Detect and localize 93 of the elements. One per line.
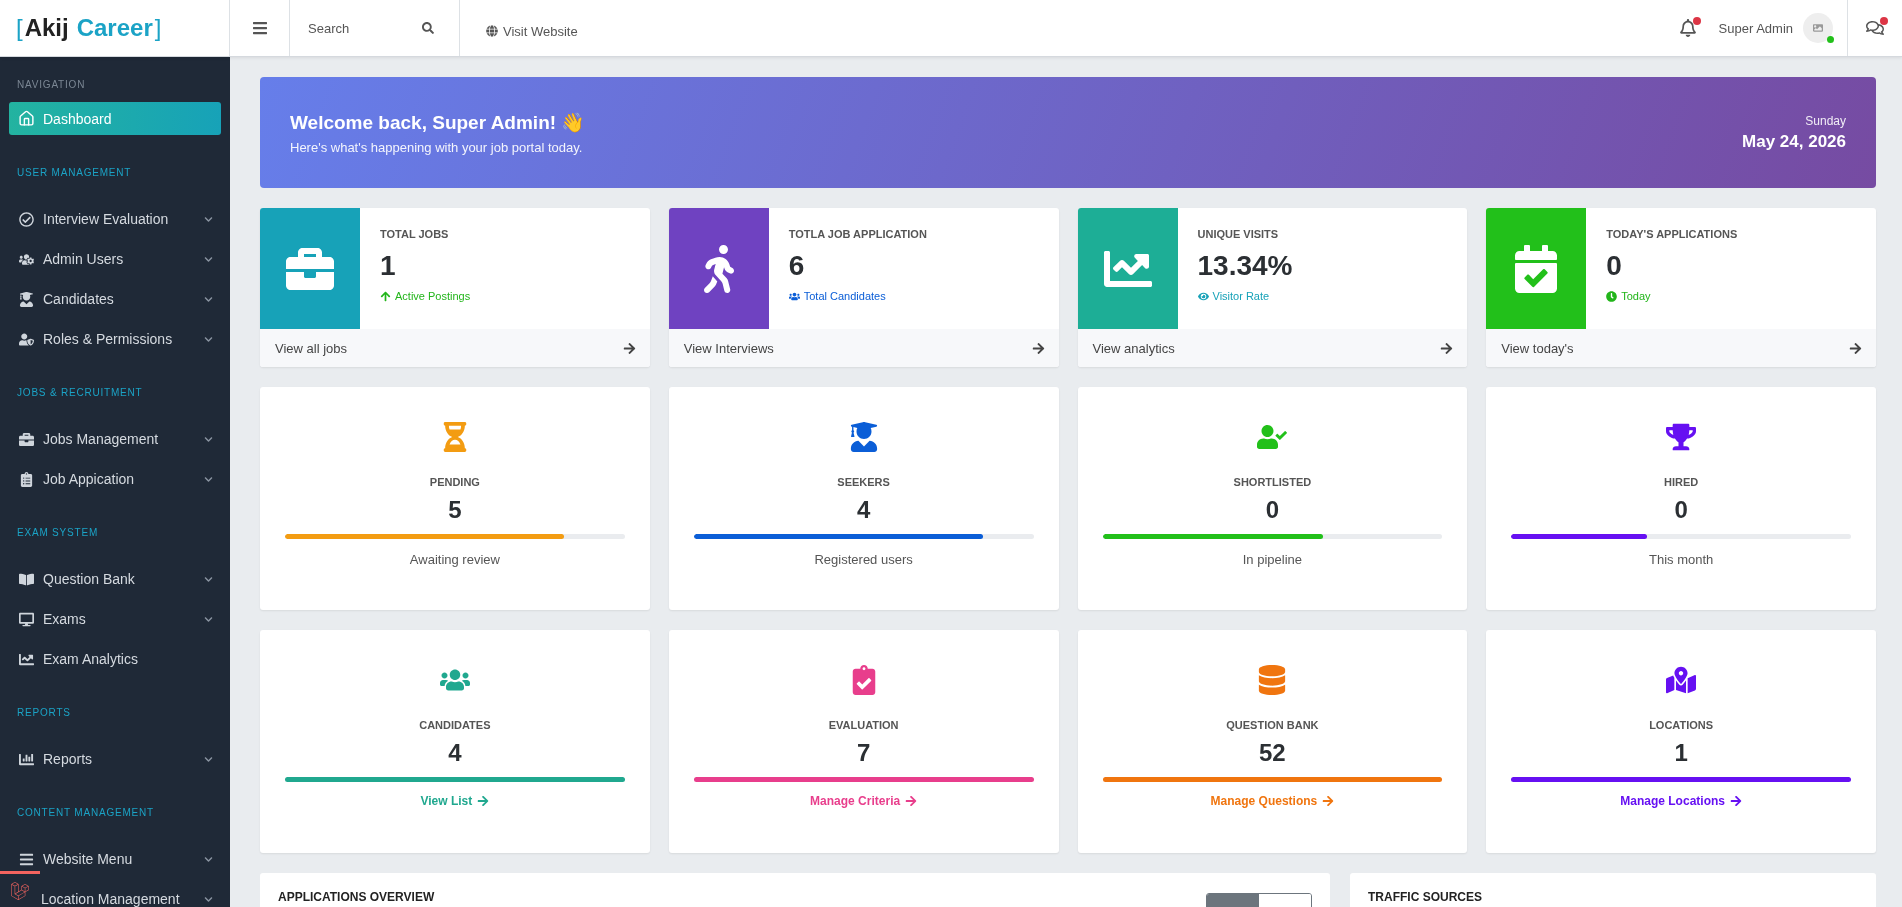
metric-label: PENDING [429, 476, 480, 488]
arrow-icon [1031, 341, 1045, 355]
sidebar-item[interactable]: Roles & Permissions [9, 322, 221, 356]
section-title: NAVIGATION [16, 79, 87, 90]
metric-label: SEEKERS [837, 476, 890, 488]
card-footer-link[interactable]: View all jobs [260, 329, 650, 367]
metric-value: 4 [856, 496, 871, 524]
panel-title: APPLICATIONS OVERVIEW [278, 890, 435, 904]
stat-value: 6 [788, 250, 806, 282]
stat-note: Total Candidates [788, 290, 927, 302]
metric-value: 0 [1265, 496, 1280, 524]
graduate-icon [17, 291, 35, 307]
monitor-icon [17, 611, 35, 627]
metric-label: CANDIDATES [419, 719, 491, 731]
card-footer-link[interactable]: View Interviews [668, 329, 1059, 367]
stat-note: Today [1606, 290, 1738, 302]
sidebar-item[interactable]: Question Bank [9, 562, 221, 596]
stat-label: TOTLA JOB APPLICATION [788, 228, 927, 240]
sidebar-item[interactable]: Exam Analytics [9, 642, 221, 676]
stat-value: 13.34% [1197, 250, 1293, 282]
visit-website-link[interactable]: Visit Website [486, 6, 578, 56]
metric-label: LOCATIONS [1649, 719, 1714, 731]
sidebar-item[interactable]: Reports [9, 742, 221, 776]
users-gear-icon [17, 251, 35, 267]
metric-value: 5 [448, 496, 462, 524]
menu-icon [251, 20, 268, 36]
arrow-icon [1322, 795, 1335, 807]
home-icon [17, 110, 35, 127]
sidebar-item[interactable]: Job Appication [9, 462, 221, 496]
metric-link[interactable]: Manage Criteria [810, 794, 918, 808]
stat-label: TOTAL JOBS [380, 228, 450, 240]
metric-caption: In pipeline [1242, 552, 1302, 567]
avatar[interactable] [1803, 13, 1833, 43]
arrow-icon [1849, 341, 1862, 355]
users-icon [788, 290, 800, 302]
user-name[interactable]: Super Admin [1718, 20, 1793, 36]
welcome-subtitle: Here's what's happening with your job portal today. [290, 139, 584, 155]
panel-title: TRAFFIC SOURCES [1368, 890, 1482, 904]
section-title: USER MANAGEMENT [16, 167, 133, 178]
arrow-up-icon [380, 290, 391, 302]
section-title: REPORTS [16, 707, 72, 718]
book-icon [17, 571, 35, 587]
sidebar-item[interactable]: Admin Users [9, 242, 221, 276]
arrow-icon [905, 795, 918, 807]
line-chart-icon [17, 651, 35, 667]
metric-caption: This month [1648, 552, 1714, 567]
stat-label: TODAY'S APPLICATIONS [1606, 228, 1738, 240]
list-icon [17, 851, 35, 867]
section-title: JOBS & RECRUITMENT [16, 387, 144, 398]
metric-link[interactable]: Manage Locations [1620, 794, 1742, 808]
stat-note: Visitor Rate [1197, 290, 1293, 302]
metric-caption: Awaiting review [409, 552, 500, 567]
logo[interactable]: [Akij Career] [16, 14, 162, 42]
stat-note: Active Postings [380, 290, 471, 302]
metric-label: HIRED [1664, 476, 1699, 488]
section-title: EXAM SYSTEM [16, 527, 100, 538]
image-icon [1813, 23, 1823, 33]
arrow-icon [477, 795, 490, 807]
metric-value: 52 [1259, 739, 1286, 767]
metric-value: 4 [448, 739, 462, 767]
clock-icon [1606, 290, 1618, 302]
day-label: Sunday [1804, 113, 1846, 128]
arrow-icon [622, 341, 636, 355]
sidebar-item[interactable]: Interview Evaluation [9, 202, 221, 236]
sidebar-item[interactable]: Exams [9, 602, 221, 636]
stat-label: UNIQUE VISITS [1197, 228, 1280, 240]
date-label: May 24, 2026 [1742, 131, 1846, 152]
globe-icon [486, 25, 498, 37]
metric-label: SHORTLISTED [1233, 476, 1312, 488]
briefcase-icon [17, 431, 35, 447]
sidebar-item[interactable]: Location Management [41, 882, 221, 907]
metric-value: 0 [1674, 496, 1688, 524]
sidebar-item[interactable]: Jobs Management [9, 422, 221, 456]
stat-value: 1 [380, 250, 397, 282]
card-footer-link[interactable]: View today's [1486, 329, 1876, 367]
logo-icon [11, 881, 29, 900]
card-footer-link[interactable]: View analytics [1077, 329, 1468, 367]
metric-caption: Registered users [814, 552, 913, 567]
stat-value: 0 [1606, 250, 1623, 282]
metric-label: EVALUATION [828, 719, 899, 731]
user-shield-icon [17, 331, 35, 347]
search-icon [422, 22, 434, 34]
arrow-icon [1729, 795, 1742, 807]
eye-icon [1197, 290, 1209, 302]
metric-value: 7 [856, 739, 871, 767]
metric-value: 1 [1674, 739, 1688, 767]
sidebar-item[interactable]: Website Menu [9, 842, 221, 876]
bar-chart-icon [17, 751, 35, 767]
section-title: CONTENT MANAGEMENT [16, 807, 155, 818]
metric-label: QUESTION BANK [1226, 719, 1319, 731]
arrow-icon [1440, 341, 1454, 355]
sidebar-item[interactable]: Candidates [9, 282, 221, 316]
welcome-title: Welcome back, Super Admin! 👋 [290, 110, 586, 134]
